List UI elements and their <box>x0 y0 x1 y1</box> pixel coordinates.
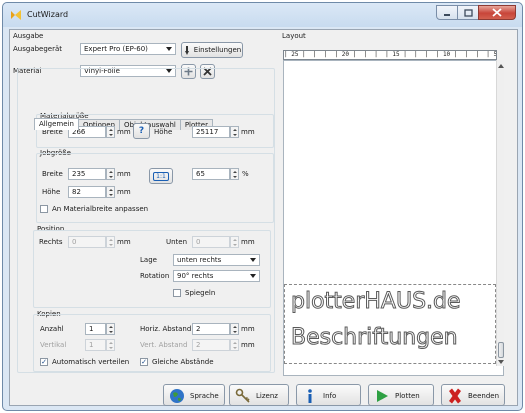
chevron-down-icon <box>166 47 172 51</box>
scroll-down-icon[interactable] <box>498 360 504 365</box>
job-preview[interactable]: plotterHAUS.de Beschriftungen <box>284 284 496 364</box>
job-size-group <box>36 153 274 223</box>
maximize-button[interactable] <box>457 5 479 20</box>
info-button[interactable]: Info <box>296 384 361 406</box>
plot-label: Plotten <box>395 392 420 400</box>
language-button[interactable]: Sprache <box>163 384 225 406</box>
device-label: Ausgabegerät <box>13 45 63 53</box>
device-select[interactable]: Expert Pro (EP-60) <box>80 43 176 55</box>
info-label: Info <box>323 392 337 400</box>
maximize-icon <box>463 8 473 17</box>
settings-button-label: Einstellungen <box>193 46 242 54</box>
output-group-label: Ausgabe <box>13 32 44 40</box>
info-icon <box>308 389 312 403</box>
scrollbar-thumb[interactable] <box>498 342 504 358</box>
plot-button[interactable]: Plotten <box>368 384 434 406</box>
license-label: Lizenz <box>256 392 278 400</box>
settings-button[interactable]: Einstellungen <box>181 42 243 58</box>
close-button[interactable] <box>478 5 516 20</box>
layout-ruler: | 25 | | | | 20 | | | | 15 | | | | 10 | … <box>283 50 497 60</box>
device-value: Expert Pro (EP-60) <box>84 45 148 53</box>
exit-x-icon <box>449 388 461 404</box>
layout-label: Layout <box>282 32 306 40</box>
close-icon <box>492 8 502 17</box>
copies-group <box>33 314 271 372</box>
position-group <box>33 230 271 308</box>
preview-text-line-2: Beschriftungen <box>291 325 459 351</box>
scroll-up-icon[interactable] <box>498 63 504 68</box>
app-logo-icon <box>11 10 21 20</box>
key-icon <box>235 388 250 403</box>
play-icon <box>377 390 388 402</box>
app-window: CutWizard Ausgabe Ausgabegerät Expert Pr… <box>2 2 523 411</box>
title-bar[interactable]: CutWizard <box>3 3 522 27</box>
minimize-icon <box>444 13 450 16</box>
minimize-button[interactable] <box>436 5 458 20</box>
exit-label: Beenden <box>468 392 500 400</box>
language-label: Sprache <box>190 392 219 400</box>
window-title: CutWizard <box>27 10 69 19</box>
layout-scrollbar[interactable] <box>496 60 504 366</box>
tab-allgemein[interactable]: Allgemein <box>34 118 79 130</box>
preview-text-line-1: plotterHAUS.de <box>291 289 462 315</box>
exit-button[interactable]: Beenden <box>441 384 505 406</box>
pen-icon <box>184 45 189 55</box>
license-button[interactable]: Lizenz <box>229 384 289 406</box>
globe-icon <box>170 389 184 403</box>
